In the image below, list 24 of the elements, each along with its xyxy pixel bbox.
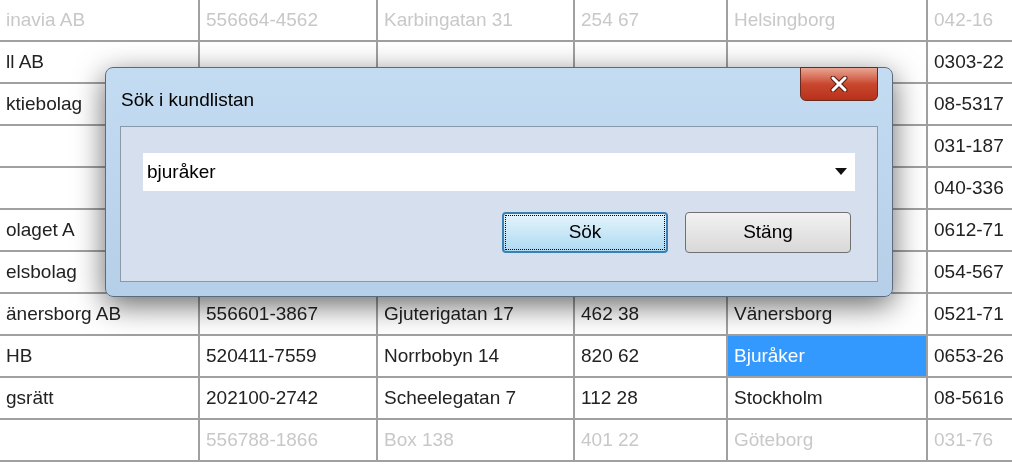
table-cell[interactable]: 031-187 — [928, 126, 1012, 166]
table-cell[interactable]: 202100-2742 — [200, 378, 378, 418]
table-cell[interactable]: 08-5616 — [928, 378, 1012, 418]
table-cell[interactable]: Scheelegatan 7 — [378, 378, 575, 418]
table-cell[interactable]: HB — [0, 336, 200, 376]
close-icon — [830, 76, 848, 92]
table-cell[interactable]: 08-5317 — [928, 84, 1012, 124]
table-cell[interactable]: 040-336 — [928, 168, 1012, 208]
table-cell[interactable]: 0653-26 — [928, 336, 1012, 376]
dropdown-arrow-icon — [835, 168, 847, 176]
dialog-button[interactable]: Sök — [502, 212, 668, 253]
search-combobox[interactable]: bjuråker — [143, 153, 855, 191]
table-cell[interactable]: gsrätt — [0, 378, 200, 418]
dialog-button[interactable]: Stäng — [685, 212, 851, 253]
table-cell[interactable]: Stockholm — [728, 378, 928, 418]
table-cell[interactable]: 0521-71 — [928, 294, 1012, 334]
table-cell[interactable]: 054-567 — [928, 252, 1012, 292]
table-cell[interactable]: 0303-22 — [928, 42, 1012, 82]
close-button[interactable] — [800, 67, 878, 101]
table-cell[interactable]: Norrbobyn 14 — [378, 336, 575, 376]
table-cell[interactable]: 112 28 — [575, 378, 728, 418]
table-cell[interactable]: 0612-71 — [928, 210, 1012, 250]
table-cell[interactable]: 520411-7559 — [200, 336, 378, 376]
search-field[interactable]: bjuråker — [147, 157, 831, 187]
